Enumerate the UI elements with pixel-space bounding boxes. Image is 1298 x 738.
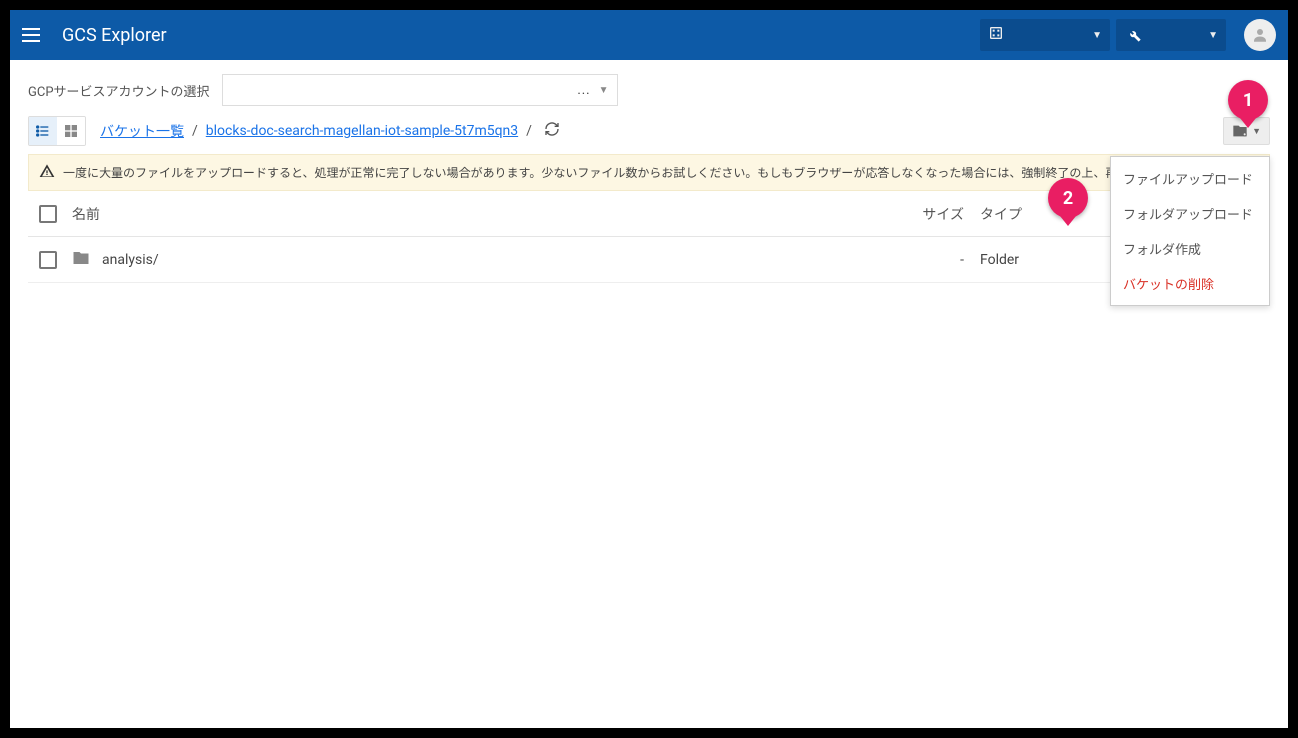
app-title: GCS Explorer xyxy=(62,25,980,46)
table-header-size[interactable]: サイズ xyxy=(880,204,980,224)
breadcrumb-row: バケット一覧 / blocks-doc-search-magellan-iot-… xyxy=(10,116,1288,154)
app-header: GCS Explorer ▼ ▼ xyxy=(10,10,1288,60)
caret-down-icon: ▼ xyxy=(1092,30,1102,41)
caret-down-icon: ▼ xyxy=(599,85,609,96)
view-toggle-group xyxy=(28,116,86,146)
account-select-label: GCPサービスアカウントの選択 xyxy=(28,81,210,100)
building-icon xyxy=(988,25,1004,45)
breadcrumb-bucket-name[interactable]: blocks-doc-search-magellan-iot-sample-5t… xyxy=(206,123,518,139)
account-select-dropdown[interactable]: ... ▼ xyxy=(222,74,618,106)
list-view-button[interactable] xyxy=(29,117,57,145)
file-table: 名前 サイズ タイプ 更 analysis/ - Folder - xyxy=(10,191,1288,283)
refresh-button[interactable] xyxy=(544,121,560,141)
folder-actions-dropdown: ファイルアップロード フォルダアップロード フォルダ作成 バケットの削除 xyxy=(1110,156,1270,306)
caret-down-icon: ▼ xyxy=(1208,30,1218,41)
app-frame: GCS Explorer ▼ ▼ GCPサービスアカウントの選択 ... ▼ xyxy=(10,10,1288,728)
user-avatar[interactable] xyxy=(1244,19,1276,51)
table-header-name[interactable]: 名前 xyxy=(68,204,880,224)
annotation-bubble-2: 2 xyxy=(1048,178,1088,218)
row-checkbox[interactable] xyxy=(39,251,57,269)
select-all-checkbox[interactable] xyxy=(39,205,57,223)
menu-folder-upload[interactable]: フォルダアップロード xyxy=(1111,196,1269,231)
warning-text: 一度に大量のファイルをアップロードすると、処理が正常に完了しない場合があります。… xyxy=(63,164,1213,181)
annotation-bubble-1: 1 xyxy=(1228,80,1268,120)
account-toolbar: GCPサービスアカウントの選択 ... ▼ xyxy=(10,60,1288,116)
grid-view-button[interactable] xyxy=(57,117,85,145)
folder-icon xyxy=(72,249,90,271)
menu-bucket-delete[interactable]: バケットの削除 xyxy=(1111,266,1269,301)
account-select-value: ... xyxy=(577,83,590,98)
menu-folder-create[interactable]: フォルダ作成 xyxy=(1111,231,1269,266)
wrench-icon xyxy=(1124,27,1144,43)
table-row[interactable]: analysis/ - Folder - xyxy=(28,237,1270,283)
breadcrumb-separator: / xyxy=(192,123,198,139)
breadcrumb-separator: / xyxy=(526,123,532,139)
row-name: analysis/ xyxy=(102,252,159,268)
table-header-check xyxy=(28,205,68,223)
hamburger-menu-icon[interactable] xyxy=(22,23,46,47)
header-org-selector[interactable]: ▼ xyxy=(980,19,1110,51)
header-tool-selector[interactable]: ▼ xyxy=(1116,19,1226,51)
breadcrumb-bucket-list[interactable]: バケット一覧 xyxy=(100,121,184,141)
warning-icon xyxy=(39,163,55,182)
menu-file-upload[interactable]: ファイルアップロード xyxy=(1111,161,1269,196)
row-size: - xyxy=(880,252,980,268)
